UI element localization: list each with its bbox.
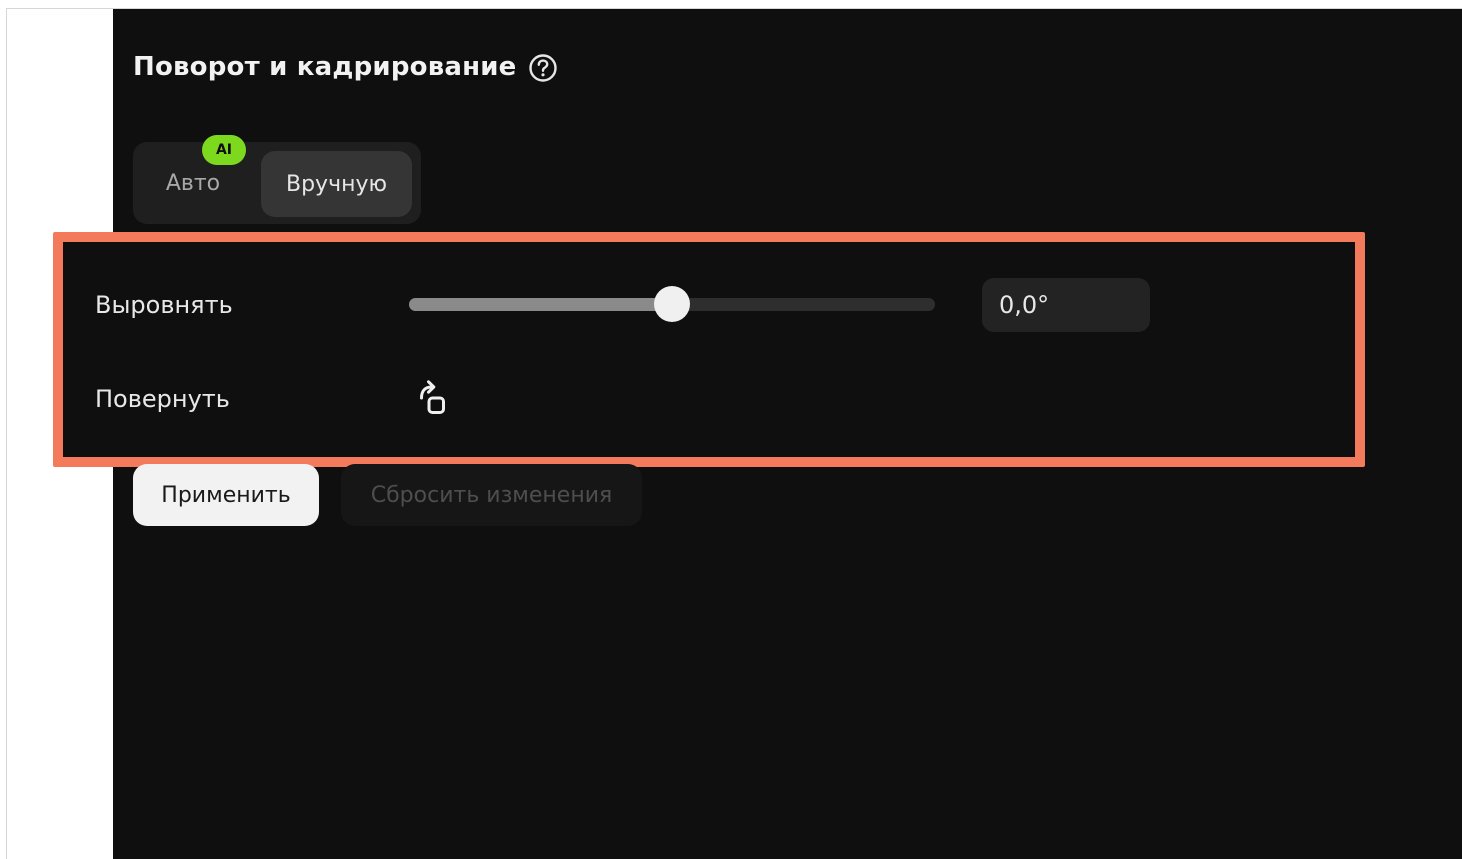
straighten-label: Выровнять (95, 291, 233, 319)
reset-changes-button[interactable]: Сбросить изменения (341, 464, 642, 526)
apply-button[interactable]: Применить (133, 464, 319, 526)
panel-title: Поворот и кадрирование (133, 52, 517, 82)
straighten-slider-thumb[interactable] (654, 286, 690, 322)
ai-badge: AI (202, 135, 246, 165)
tab-manual[interactable]: Вручную (261, 151, 412, 217)
rotate-label: Повернуть (95, 385, 230, 413)
straighten-slider-fill (409, 298, 672, 311)
rotate-clockwise-icon[interactable] (414, 379, 454, 419)
highlight-frame (53, 232, 1365, 467)
straighten-value-input[interactable]: 0,0° (982, 278, 1150, 332)
straighten-slider[interactable] (409, 286, 935, 322)
help-icon[interactable] (528, 53, 558, 83)
